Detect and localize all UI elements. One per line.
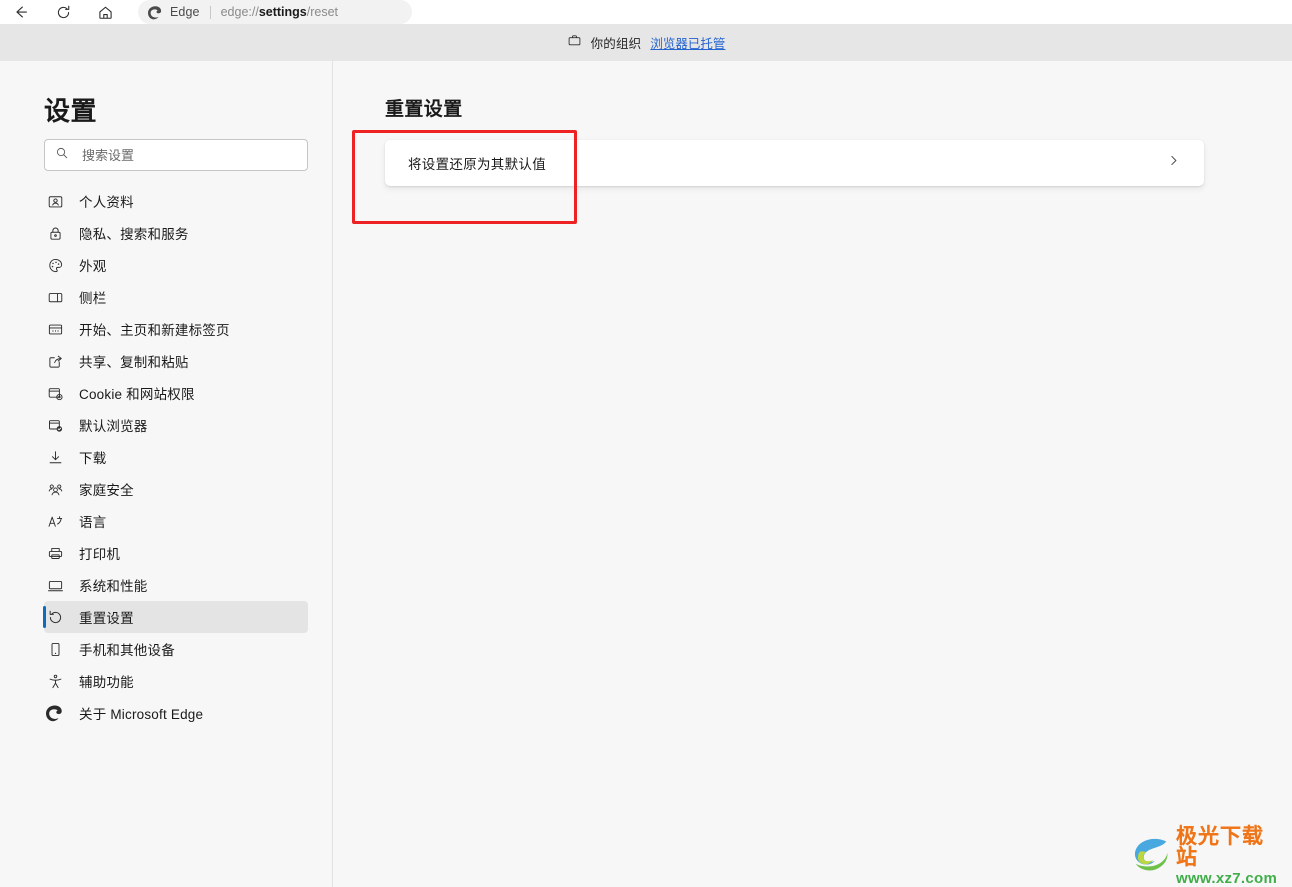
- search-icon: [55, 146, 80, 165]
- address-bar[interactable]: Edge edge://settings/reset: [138, 0, 412, 24]
- back-button[interactable]: [0, 0, 42, 24]
- url-path: /reset: [306, 5, 339, 19]
- sidebar-item-cookies-permissions[interactable]: Cookie 和网站权限: [44, 377, 308, 409]
- default-browser-icon: [44, 414, 66, 436]
- sidebar-item-label: 外观: [79, 259, 107, 274]
- watermark-url: www.xz7.com: [1176, 870, 1278, 887]
- sidebar-item-label: 系统和性能: [79, 579, 148, 594]
- sidebar-item-downloads[interactable]: 下载: [44, 441, 308, 473]
- watermark: 极光下载站 www.xz7.com: [1128, 826, 1280, 886]
- home-icon: [97, 4, 114, 21]
- settings-nav-list: 个人资料 隐私、搜索和服务 外观 侧栏 开始、主页和新建标签页 共享、复制和粘贴…: [0, 185, 333, 729]
- omnibox-brand: Edge: [170, 5, 200, 19]
- sidebar-item-languages[interactable]: 语言: [44, 505, 308, 537]
- sidebar-icon: [44, 286, 66, 308]
- language-icon: [44, 510, 66, 532]
- reload-button[interactable]: [42, 0, 84, 24]
- sidebar-item-label: 侧栏: [79, 291, 107, 306]
- sidebar-item-sidebar[interactable]: 侧栏: [44, 281, 308, 313]
- reset-icon: [44, 606, 66, 628]
- sidebar-item-about-edge[interactable]: 关于 Microsoft Edge: [44, 697, 308, 729]
- settings-page: 设置 个人资料: [0, 61, 1292, 887]
- watermark-name: 极光下载站: [1176, 826, 1280, 868]
- chevron-right-icon: [1166, 153, 1181, 173]
- search-settings-box[interactable]: [44, 139, 308, 171]
- system-icon: [44, 574, 66, 596]
- window-icon: [44, 318, 66, 340]
- sidebar-item-privacy[interactable]: 隐私、搜索和服务: [44, 217, 308, 249]
- cookie-permissions-icon: [44, 382, 66, 404]
- managed-banner-text: 你的组织: [590, 37, 642, 51]
- managed-banner-content: 你的组织 浏览器已托管: [567, 33, 725, 53]
- url-scheme: edge://: [220, 5, 259, 19]
- share-icon: [44, 350, 66, 372]
- sidebar-item-label: 辅助功能: [79, 675, 134, 690]
- settings-content: 重置设置 将设置还原为其默认值: [333, 61, 1292, 887]
- swirl-logo-icon: [1128, 831, 1174, 882]
- lock-icon: [44, 222, 66, 244]
- sidebar-item-default-browser[interactable]: 默认浏览器: [44, 409, 308, 441]
- sidebar-item-label: 语言: [79, 515, 107, 530]
- sidebar-item-accessibility[interactable]: 辅助功能: [44, 665, 308, 697]
- sidebar-item-label: 个人资料: [79, 195, 134, 210]
- sidebar-item-label: 共享、复制和粘贴: [79, 355, 189, 370]
- sidebar-item-label: 开始、主页和新建标签页: [79, 323, 230, 338]
- sidebar-item-start-home-newtab[interactable]: 开始、主页和新建标签页: [44, 313, 308, 345]
- sidebar-item-label: 重置设置: [79, 611, 134, 626]
- managed-banner-link[interactable]: 浏览器已托管: [650, 33, 725, 52]
- sidebar-item-system-performance[interactable]: 系统和性能: [44, 569, 308, 601]
- search-input[interactable]: [80, 146, 297, 164]
- sidebar-item-label: 隐私、搜索和服务: [79, 227, 189, 242]
- palette-icon: [44, 254, 66, 276]
- managed-browser-banner: 你的组织 浏览器已托管: [0, 24, 1292, 61]
- sidebar-item-label: 打印机: [79, 547, 121, 562]
- profile-icon: [44, 190, 66, 212]
- url-host: settings: [258, 5, 307, 19]
- printer-icon: [44, 542, 66, 564]
- page-title: 设置: [44, 96, 98, 126]
- accessibility-icon: [44, 670, 66, 692]
- reload-icon: [55, 4, 72, 21]
- sidebar-item-share-copy-paste[interactable]: 共享、复制和粘贴: [44, 345, 308, 377]
- sidebar-item-label: 关于 Microsoft Edge: [79, 707, 204, 722]
- restore-defaults-row[interactable]: 将设置还原为其默认值: [385, 140, 1204, 186]
- sidebar-item-family-safety[interactable]: 家庭安全: [44, 473, 308, 505]
- sidebar-item-label: Cookie 和网站权限: [79, 387, 195, 402]
- sidebar-item-printers[interactable]: 打印机: [44, 537, 308, 569]
- sidebar-item-label: 手机和其他设备: [79, 643, 175, 658]
- home-button[interactable]: [84, 0, 126, 24]
- sidebar-item-label: 家庭安全: [79, 483, 134, 498]
- watermark-text: 极光下载站 www.xz7.com: [1176, 826, 1280, 886]
- sidebar-item-reset-settings[interactable]: 重置设置: [43, 601, 308, 633]
- edge-logo-icon: [148, 5, 163, 20]
- back-arrow-icon: [12, 3, 30, 21]
- omnibox-separator: [209, 5, 211, 19]
- sidebar-item-label: 下载: [79, 451, 107, 466]
- settings-sidebar: 设置 个人资料: [0, 61, 333, 887]
- restore-defaults-label: 将设置还原为其默认值: [408, 157, 546, 172]
- browser-toolbar: Edge edge://settings/reset: [0, 0, 1292, 24]
- sidebar-item-label: 默认浏览器: [79, 419, 148, 434]
- sidebar-item-appearance[interactable]: 外观: [44, 249, 308, 281]
- phone-icon: [44, 638, 66, 660]
- briefcase-icon: [567, 33, 582, 53]
- sidebar-item-phone-other-devices[interactable]: 手机和其他设备: [44, 633, 308, 665]
- sidebar-item-profile[interactable]: 个人资料: [44, 185, 308, 217]
- download-icon: [44, 446, 66, 468]
- section-title: 重置设置: [385, 99, 463, 120]
- omnibox-url[interactable]: edge://settings/reset: [221, 5, 338, 19]
- edge-logo-icon: [44, 702, 66, 724]
- family-icon: [44, 478, 66, 500]
